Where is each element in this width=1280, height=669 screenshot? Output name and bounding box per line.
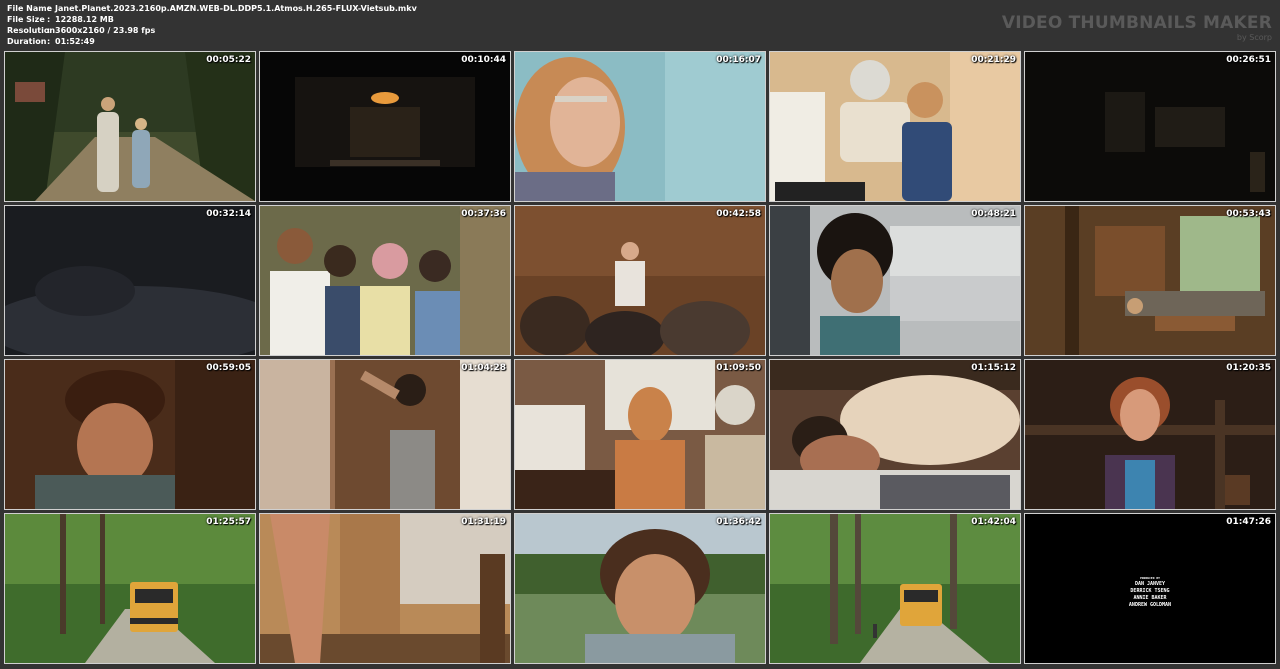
timestamp: 01:36:42 [716,517,761,527]
timestamp: 00:42:58 [716,209,761,219]
thumbnail-1[interactable]: 00:05:22 [4,51,256,202]
timestamp: 00:37:36 [461,209,506,219]
thumbnail-12[interactable]: 01:04:28 [259,359,511,510]
separator: : [47,26,51,35]
frame-group-outdoors [260,206,510,355]
frame-sleeping [770,360,1020,509]
thumbnail-3[interactable]: 00:16:07 [514,51,766,202]
frame-bus-road [770,514,1020,663]
timestamp: 01:04:28 [461,363,506,373]
duration-value: 01:52:49 [55,37,95,46]
frame-piano-lesson [770,52,1020,201]
thumbnail-14[interactable]: 01:15:12 [769,359,1021,510]
file-name-label: File Name [7,4,53,13]
frame-barn-gathering [515,206,765,355]
frame-dark-kitchen [260,52,510,201]
duration-label: Duration [7,37,47,46]
timestamp: 00:16:07 [716,55,761,65]
file-size-value: 12288.12 MB [55,15,114,24]
timestamp: 01:42:04 [971,517,1016,527]
thumbnail-7[interactable]: 00:37:36 [259,205,511,356]
frame-dark-interior [1025,52,1275,201]
info-header: File Name : Janet.Planet.2023.2160p.AMZN… [0,0,1280,50]
timestamp: 01:15:12 [971,363,1016,373]
brand-title: VIDEO THUMBNAILS MAKER [1001,13,1272,33]
thumbnail-15[interactable]: 01:20:35 [1024,359,1276,510]
separator: : [47,37,51,46]
frame-wooden-room [260,514,510,663]
file-name-value: Janet.Planet.2023.2160p.AMZN.WEB-DL.DDP5… [55,4,417,13]
credit-name: DERRICK TSENG [1130,588,1170,594]
thumbnail-19[interactable]: 01:42:04 [769,513,1021,664]
timestamp: 00:32:14 [206,209,251,219]
frame-dark-bed [5,206,255,355]
timestamp: 00:21:29 [971,55,1016,65]
timestamp: 00:48:21 [971,209,1016,219]
brand-watermark: VIDEO THUMBNAILS MAKER by Scorp [1001,13,1272,43]
thumbnail-13[interactable]: 01:09:50 [514,359,766,510]
thumbnail-5[interactable]: 00:26:51 [1024,51,1276,202]
thumbnail-2[interactable]: 00:10:44 [259,51,511,202]
file-info: File Name : Janet.Planet.2023.2160p.AMZN… [7,3,417,47]
timestamp: 00:53:43 [1226,209,1271,219]
duration-row: Duration : 01:52:49 [7,36,417,47]
thumbnail-4[interactable]: 00:21:29 [769,51,1021,202]
frame-woman-field [515,514,765,663]
thumbnail-11[interactable]: 00:59:05 [4,359,256,510]
frame-bus-forest [5,514,255,663]
separator: : [47,4,51,13]
thumbnail-18[interactable]: 01:36:42 [514,513,766,664]
resolution-label: Resolution [7,26,56,35]
timestamp: 01:20:35 [1226,363,1271,373]
timestamp: 01:47:26 [1226,517,1271,527]
brand-subtitle: by Scorp [1236,33,1272,42]
timestamp: 00:59:05 [206,363,251,373]
credit-name: ANDREW GOLDMAN [1128,602,1172,608]
timestamp: 01:09:50 [716,363,761,373]
separator: : [47,15,51,24]
thumbnail-8[interactable]: 00:42:58 [514,205,766,356]
credit-name: DAN JANVEY [1134,581,1166,587]
frame-girl-profile [515,52,765,201]
thumbnail-6[interactable]: 00:32:14 [4,205,256,356]
frame-woman-in-car [770,206,1020,355]
frame-doorway [260,360,510,509]
file-size-row: File Size : 12288.12 MB [7,14,417,25]
timestamp: 00:10:44 [461,55,506,65]
resolution-row: Resolution : 3600x2160 / 23.98 fps [7,25,417,36]
frame-porch-girl [1025,360,1275,509]
frame-woman-closeup [5,360,255,509]
frame-living-room [1025,206,1275,355]
file-size-label: File Size [7,15,45,24]
timestamp: 00:05:22 [206,55,251,65]
frame-forest-path [5,52,255,201]
resolution-value: 3600x2160 / 23.98 fps [55,26,156,35]
end-credits: PRODUCED BY DAN JANVEY DERRICK TSENG ANN… [1025,576,1275,609]
credit-name: ANNIE BAKER [1133,595,1167,601]
timestamp: 01:31:19 [461,517,506,527]
timestamp: 01:25:57 [206,517,251,527]
thumbnail-grid: 00:05:22 00:10:44 00:16:07 00:21:29 00:2… [4,51,1276,664]
frame-piano-elder [515,360,765,509]
timestamp: 00:26:51 [1226,55,1271,65]
thumbnail-17[interactable]: 01:31:19 [259,513,511,664]
thumbnail-10[interactable]: 00:53:43 [1024,205,1276,356]
thumbnail-9[interactable]: 00:48:21 [769,205,1021,356]
thumbnail-16[interactable]: 01:25:57 [4,513,256,664]
thumbnail-20[interactable]: PRODUCED BY DAN JANVEY DERRICK TSENG ANN… [1024,513,1276,664]
file-name-row: File Name : Janet.Planet.2023.2160p.AMZN… [7,3,417,14]
